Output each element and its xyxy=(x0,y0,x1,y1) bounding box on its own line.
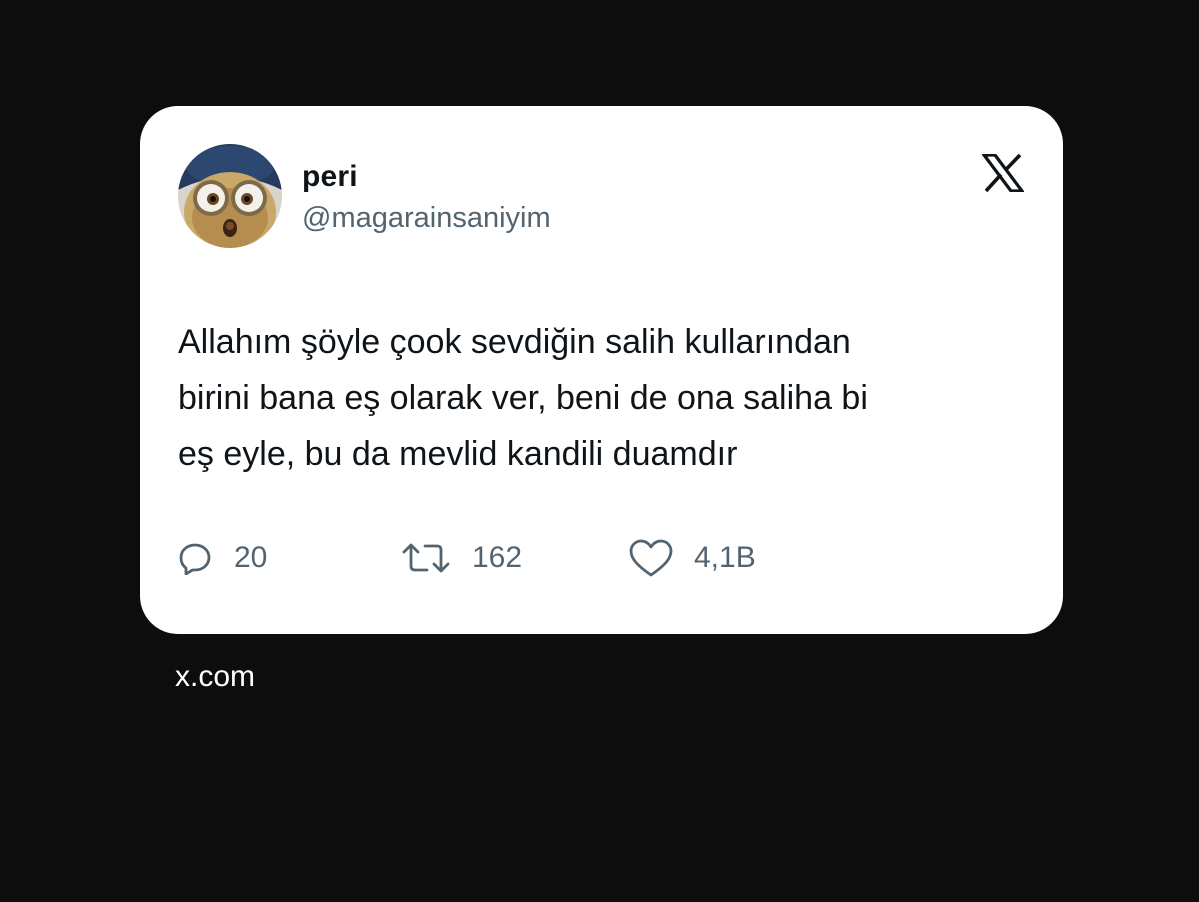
repost-button[interactable]: 162 xyxy=(400,536,522,580)
reply-icon xyxy=(179,543,211,575)
screen: peri @magarainsaniyim Allahım şöyle çook… xyxy=(0,0,1199,902)
tweet-text-line: eş eyle, bu da mevlid kandili duamdır xyxy=(178,435,738,473)
x-logo-icon[interactable] xyxy=(980,153,1026,193)
reply-button[interactable]: 20 xyxy=(178,536,267,580)
tweet-text-line: birini bana eş olarak ver, beni de ona s… xyxy=(178,379,868,417)
repost-icon xyxy=(402,543,450,573)
tweet-text: Allahım şöyle çook sevdiğin salih kullar… xyxy=(178,314,1028,482)
reply-count: 20 xyxy=(234,541,268,574)
display-name[interactable]: peri xyxy=(302,160,358,194)
tweet-text-line: Allahım şöyle çook sevdiğin salih kullar… xyxy=(178,323,851,361)
like-button[interactable]: 4,1B xyxy=(628,536,756,580)
tweet-card[interactable]: peri @magarainsaniyim Allahım şöyle çook… xyxy=(140,106,1063,634)
owl-character-avatar-icon xyxy=(178,144,282,248)
heart-icon xyxy=(629,539,673,577)
source-site-label: x.com xyxy=(175,660,256,693)
repost-count: 162 xyxy=(472,541,523,574)
like-count: 4,1B xyxy=(694,541,756,574)
avatar[interactable] xyxy=(178,144,282,248)
user-handle[interactable]: @magarainsaniyim xyxy=(302,202,551,235)
